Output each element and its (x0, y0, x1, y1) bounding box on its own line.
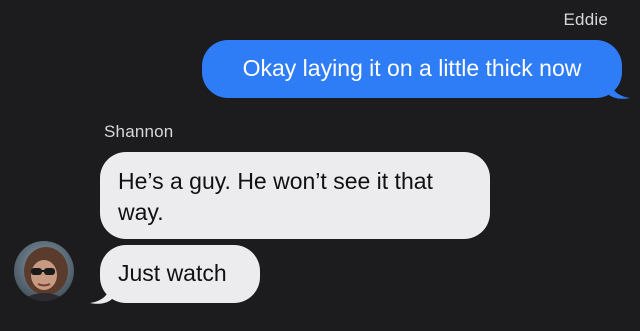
outgoing-message-bubble[interactable]: Okay laying it on a little thick now (202, 40, 622, 98)
contact-avatar[interactable] (14, 241, 74, 301)
sender-label-eddie: Eddie (563, 10, 608, 29)
outgoing-bubble-tail (608, 76, 630, 99)
message-thread: Eddie Okay laying it on a little thick n… (0, 0, 640, 331)
incoming-bubble-tail (90, 281, 112, 304)
incoming-message-bubble[interactable]: Just watch (100, 245, 260, 303)
contact-photo-avatar-icon (14, 241, 74, 301)
sender-label-shannon: Shannon (104, 122, 174, 141)
incoming-message-bubble[interactable]: He’s a guy. He won’t see it that way. (100, 152, 490, 239)
